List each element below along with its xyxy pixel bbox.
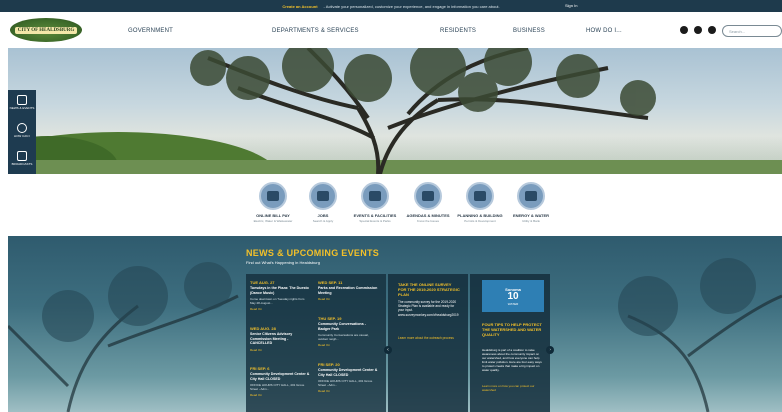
event-item[interactable]: TUE AUG. 27 Tuesdays in the Plaza: The D… [250,280,310,311]
quick-link-sub: Permits & Development [464,219,496,223]
badge-number: 10 [507,290,519,302]
chat-bubble-icon [17,123,27,133]
event-title[interactable]: Parks and Recreation Commission Meeting [318,286,378,295]
facebook-icon[interactable] [680,26,688,34]
briefcase-icon [309,182,337,210]
event-title[interactable]: Community Conversations - Badger Park [318,322,378,331]
quick-link-title: AGENDAS & MINUTES [406,213,450,218]
nav-residents[interactable]: RESIDENTS [440,28,476,34]
site-header: CITY OF HEALDSBURG GOVERNMENT DEPARTMENT… [0,12,782,48]
survey-title[interactable]: TAKE THE ONLINE SURVEY FOR THE 2019-2020… [398,282,460,297]
event-body: OFFICE HOURS CITY HALL, 401 Grove Street… [250,383,305,391]
event-item[interactable]: FRI SEP. 20 Community Development Center… [318,362,378,393]
event-body: Come downtown on Tuesday nights from May… [250,297,305,305]
event-read-on-link[interactable]: Read On [250,307,310,311]
quick-link-sub: Know the Issues [416,219,439,223]
events-list: TUE AUG. 27 Tuesdays in the Plaza: The D… [246,274,386,412]
quick-links: ONLINE BILL PAY Electric, Water & Wastew… [0,174,782,236]
event-item[interactable]: WED SEP. 11 Parks and Recreation Commiss… [318,280,378,301]
event-body: Community Conversations are casual, outd… [318,333,369,341]
news-section-subtitle: Find out What's Happening in Healdsburg [246,260,320,265]
quick-link-agendas-minutes[interactable]: AGENDAS & MINUTES Know the Issues [398,182,458,223]
announcement-text: - Activate your personalized, customize … [323,3,500,9]
rail-label: NEWS & EVENTS [9,106,35,110]
monitor-icon [17,151,27,161]
event-title[interactable]: Tuesdays in the Plaza: The Duesto (Dance… [250,286,310,295]
sign-in-link[interactable]: Sign In [565,3,577,8]
event-read-on-link[interactable]: Read On [250,393,310,397]
event-item[interactable]: FRI SEP. 6 Community Development Center … [250,366,310,397]
quick-link-title: ONLINE BILL PAY [256,213,290,218]
quick-link-events-facilities[interactable]: EVENTS & FACILITIES Special Events & Par… [345,182,405,223]
event-date: WED SEP. 11 [318,280,343,285]
tent-icon [361,182,389,210]
quick-link-title: EVENTS & FACILITIES [353,213,397,218]
event-item[interactable]: THU SEP. 19 Community Conversations - Ba… [318,316,378,347]
globe-icon [517,182,545,210]
rail-news-events[interactable]: NEWS & EVENTS [8,92,36,118]
event-read-on-link[interactable]: Read On [318,297,378,301]
watershed-tips-card[interactable]: Sonoma 10 WATER FOUR TIPS TO HELP PROTEC… [470,274,550,412]
badge-caption: WATER [507,301,519,306]
tips-learn-more-link[interactable]: Learn more on how you can protect our wa… [482,384,544,392]
event-date: TUE AUG. 27 [250,280,275,285]
event-date: THU SEP. 19 [318,316,342,321]
search-input[interactable]: Search... [722,25,782,37]
event-date: WED AUG. 28 [250,326,276,331]
survey-card[interactable]: TAKE THE ONLINE SURVEY FOR THE 2019-2020… [388,274,468,412]
event-title[interactable]: Community Development Center & City Hall… [250,372,310,381]
quick-link-sub: Search & Apply [312,219,334,223]
credit-card-icon [259,182,287,210]
nav-business[interactable]: BUSINESS [513,28,545,34]
event-item[interactable]: WED AUG. 28 Senior Citizens Advisory Com… [250,326,310,352]
tips-title[interactable]: FOUR TIPS TO HELP PROTECT THE WATERSHED … [482,322,544,337]
survey-learn-more-link[interactable]: Learn more about the outreach process [398,336,460,340]
event-read-on-link[interactable]: Read On [318,343,378,347]
nav-how-do-i[interactable]: HOW DO I... [586,28,622,34]
event-title[interactable]: Community Development Center & City Hall… [318,368,378,377]
calendar-icon [414,182,442,210]
quick-link-sub: Special Events & Parks [359,219,391,223]
instagram-icon[interactable] [694,26,702,34]
graduation-cap-icon[interactable] [708,26,716,34]
nav-departments-services[interactable]: DEPARTMENTS & SERVICES [272,28,359,34]
create-account-link[interactable]: Create an Account [282,4,317,9]
rail-label: BROADCASTS [11,162,33,166]
carousel-prev-button[interactable]: ‹ [384,346,392,354]
rail-broadcasts[interactable]: BROADCASTS [8,148,36,174]
logo-text: CITY OF HEALDSBURG [14,26,78,34]
survey-body: The community survey for the 2019-2020 S… [398,300,459,317]
quick-link-title: PLANNING & BUILDING [457,213,503,218]
news-section-title: NEWS & UPCOMING EVENTS [246,248,380,258]
hero-banner [8,48,782,174]
house-icon [466,182,494,210]
social-links [680,26,716,34]
oak-tree-landscape-image [8,48,782,174]
quick-link-sub: Utility & Bank [522,219,540,223]
watershed-badge: Sonoma 10 WATER [482,280,544,312]
quick-link-title: ENERGY & WATER [512,213,550,218]
event-body: OFFICE HOURS CITY HALL, 401 Grove Street… [318,379,373,387]
nav-government[interactable]: GOVERNMENT [128,28,173,34]
quick-link-title: JOBS [317,213,329,218]
rail-how-can-i[interactable]: HOW CAN I [8,120,36,146]
news-section: NEWS & UPCOMING EVENTS Find out What's H… [8,236,782,412]
event-title[interactable]: Senior Citizens Advisory Commission Meet… [250,332,310,346]
city-logo[interactable]: CITY OF HEALDSBURG [10,18,82,42]
announcement-bar: Create an Account - Activate your person… [0,0,782,12]
newspaper-icon [17,95,27,105]
event-read-on-link[interactable]: Read On [250,348,310,352]
quick-link-sub: Electric, Water & Wastewater [253,219,293,223]
event-date: FRI SEP. 6 [250,366,270,371]
tips-body: Healdsburg is part of a coalition to rai… [482,348,542,372]
event-date: FRI SEP. 20 [318,362,340,367]
event-read-on-link[interactable]: Read On [318,389,378,393]
quick-link-jobs[interactable]: JOBS Search & Apply [293,182,353,223]
rail-label: HOW CAN I [13,134,31,138]
quick-link-energy-water[interactable]: ENERGY & WATER Utility & Bank [501,182,561,223]
